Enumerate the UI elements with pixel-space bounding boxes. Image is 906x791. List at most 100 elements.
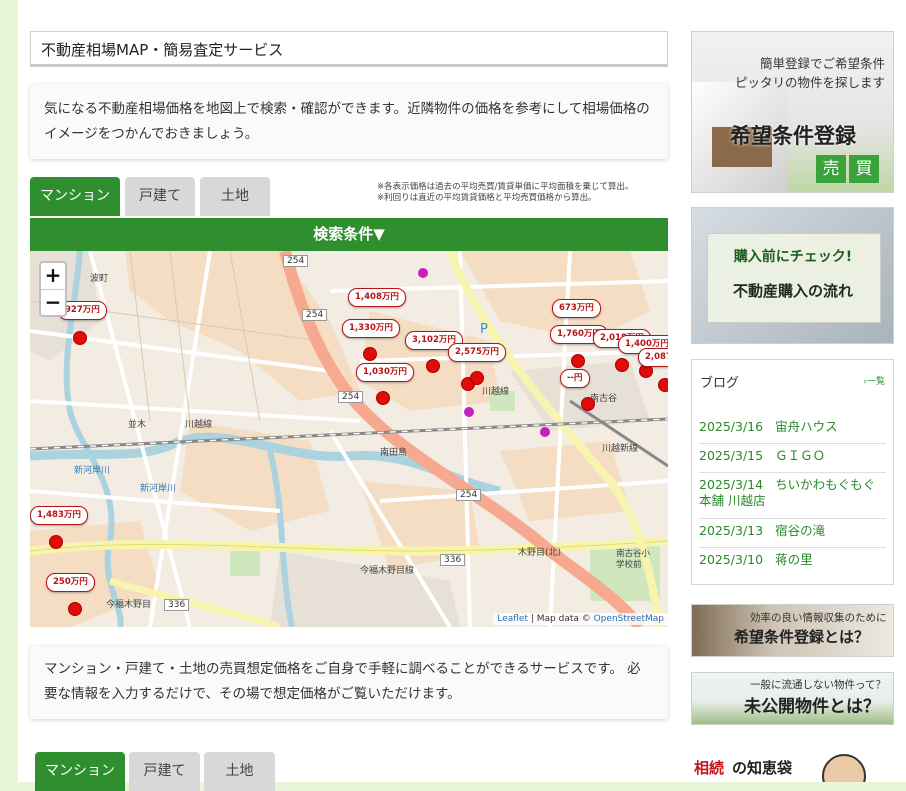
map-label: 並木 bbox=[128, 420, 147, 430]
price-map[interactable]: P 南古谷 254 254 254 254 336 336 川越線 川越線 川越… bbox=[30, 251, 668, 627]
map-label: 今福木野目 bbox=[106, 600, 152, 610]
badge-sell: 売 bbox=[816, 155, 846, 183]
price-marker-label[interactable]: --円 bbox=[560, 369, 590, 388]
banner-mikoukai[interactable]: 一般に流通しない物件って？ 未公開物件とは？ bbox=[691, 672, 894, 725]
banner3-line1: 効率の良い情報収集のために bbox=[750, 612, 887, 624]
blog-title: 蒋の里 bbox=[775, 552, 813, 567]
blog-title: 宿谷の滝 bbox=[775, 523, 826, 538]
tab-house-lower[interactable]: 戸建て bbox=[129, 752, 200, 791]
price-marker[interactable] bbox=[470, 371, 484, 385]
price-marker-label[interactable]: 1,483万円 bbox=[30, 506, 88, 525]
service-description-card: マンション・戸建て・土地の売買想定価格をご自身で手軽に調べることができるサービス… bbox=[30, 646, 668, 719]
route-shield: 336 bbox=[440, 554, 466, 566]
map-zoom-control: + − bbox=[39, 261, 67, 317]
banner2-line1: 購入前にチェック! bbox=[733, 249, 853, 265]
price-marker-label[interactable]: 1,408万円 bbox=[348, 288, 406, 307]
price-marker[interactable] bbox=[658, 378, 668, 392]
map-label: 木野目(北) bbox=[518, 548, 562, 558]
banner4-line1: 一般に流通しない物件って？ bbox=[750, 679, 886, 691]
chiebukuro-title: の知恵袋 bbox=[732, 759, 793, 777]
map-label: 新河岸川 bbox=[140, 484, 177, 494]
banner1-title: 希望条件登録 bbox=[730, 124, 856, 148]
route-shield: 254 bbox=[456, 489, 482, 501]
map-label: 川越線 bbox=[185, 420, 213, 430]
blog-heading: ブログ bbox=[700, 376, 740, 391]
attribution-separator: | Map data © bbox=[528, 614, 594, 624]
chiebukuro-accent: 相続 bbox=[694, 759, 725, 777]
banner2-line2: 不動産購入の流れ bbox=[732, 282, 853, 300]
price-marker[interactable] bbox=[73, 331, 87, 345]
service-description: マンション・戸建て・土地の売買想定価格をご自身で手軽に調べることができるサービス… bbox=[44, 661, 641, 702]
zoom-out-button[interactable]: − bbox=[41, 290, 65, 316]
souzoku-chiebukuro-banner[interactable]: 相続 の知恵袋 bbox=[692, 748, 894, 782]
price-marker[interactable] bbox=[615, 358, 629, 372]
blog-date: 2025/3/15 bbox=[699, 448, 764, 463]
price-marker-label[interactable]: 1,030万円 bbox=[356, 363, 414, 382]
intro-text: 気になる不動産相場価格を地図上で検索・確認ができます。近隣物件の価格を参考にして… bbox=[44, 101, 650, 142]
blog-date: 2025/3/10 bbox=[699, 552, 764, 567]
price-marker[interactable] bbox=[68, 602, 82, 616]
map-label: 南田島 bbox=[380, 448, 408, 458]
map-label: 川越線 bbox=[482, 387, 510, 397]
banner1-line2: ピッタリの物件を探します bbox=[734, 75, 885, 90]
banner-purchase-flow[interactable]: 購入前にチェック! 不動産購入の流れ bbox=[691, 207, 894, 344]
price-marker-label[interactable]: 2,087 bbox=[638, 348, 668, 367]
blog-item[interactable]: 2025/3/16 宙舟ハウス bbox=[699, 419, 886, 444]
blog-date: 2025/3/16 bbox=[699, 419, 764, 434]
price-marker-label[interactable]: 1,330万円 bbox=[342, 319, 400, 338]
tab-land[interactable]: 土地 bbox=[200, 177, 270, 216]
banner-kibou-about[interactable]: 効率の良い情報収集のために 希望条件登録とは？ bbox=[691, 604, 894, 657]
blog-item[interactable]: 2025/3/10 蒋の里 bbox=[699, 552, 886, 577]
price-marker[interactable] bbox=[49, 535, 63, 549]
blog-item[interactable]: 2025/3/15 ＧＩＧＯ bbox=[699, 448, 886, 473]
price-marker[interactable] bbox=[376, 391, 390, 405]
svg-text:P: P bbox=[480, 322, 488, 337]
blog-item[interactable]: 2025/3/13 宿谷の滝 bbox=[699, 523, 886, 548]
intro-card: 気になる不動産相場価格を地図上で検索・確認ができます。近隣物件の価格を参考にして… bbox=[30, 84, 668, 159]
advisor-avatar bbox=[822, 754, 866, 782]
price-marker-label[interactable]: 673万円 bbox=[552, 299, 601, 318]
blog-title: 宙舟ハウス bbox=[775, 419, 838, 434]
blog-title: ＧＩＧＯ bbox=[775, 448, 826, 463]
page-title-box: 不動産相場MAP・簡易査定サービス bbox=[30, 31, 668, 67]
price-marker[interactable] bbox=[426, 359, 440, 373]
tab-land-lower[interactable]: 土地 bbox=[204, 752, 275, 791]
price-marker[interactable] bbox=[581, 397, 595, 411]
blog-more-label: 一覧 bbox=[866, 377, 885, 387]
page-title: 不動産相場MAP・簡易査定サービス bbox=[41, 41, 284, 59]
blog-item[interactable]: 2025/3/14 ちいかわもぐもぐ本舗 川越店 bbox=[699, 477, 886, 519]
route-shield: 254 bbox=[302, 309, 328, 321]
leaflet-link[interactable]: Leaflet bbox=[497, 614, 528, 624]
banner-kibou-touroku[interactable]: 簡単登録でご希望条件 ピッタリの物件を探します 希望条件登録 売 買 bbox=[691, 31, 894, 193]
blog-widget: ブログ ›一覧 2025/3/16 宙舟ハウス 2025/3/15 ＧＩＧＯ 202… bbox=[691, 359, 894, 585]
tab-house[interactable]: 戸建て bbox=[125, 177, 195, 216]
route-shield: 336 bbox=[164, 599, 190, 611]
map-label: 新河岸川 bbox=[74, 466, 111, 476]
tab-mansion-lower[interactable]: マンション bbox=[35, 752, 125, 791]
blog-date: 2025/3/13 bbox=[699, 523, 764, 538]
banner3-line2: 希望条件登録とは？ bbox=[734, 628, 870, 646]
price-marker-label[interactable]: 2,575万円 bbox=[448, 343, 506, 362]
route-shield: 254 bbox=[283, 255, 309, 267]
note-line-1: ※各表示価格は過去の平均売買/賃貸単価に平均面積を乗じて算出。 bbox=[377, 182, 634, 192]
tab-mansion[interactable]: マンション bbox=[30, 177, 120, 216]
price-notes: ※各表示価格は過去の平均売買/賃貸単価に平均面積を乗じて算出。 ※利回りは直近の… bbox=[377, 182, 667, 204]
map-attribution: Leaflet | Map data © OpenStreetMap bbox=[493, 613, 668, 625]
price-marker[interactable] bbox=[571, 354, 585, 368]
route-shield: 254 bbox=[338, 391, 364, 403]
map-label: 波町 bbox=[90, 274, 109, 284]
price-marker-label[interactable]: 250万円 bbox=[46, 573, 95, 592]
search-conditions-toggle[interactable]: 検索条件▼ bbox=[30, 216, 668, 251]
map-label: 今福木野目線 bbox=[360, 566, 415, 576]
banner1-line1: 簡単登録でご希望条件 bbox=[759, 56, 885, 71]
banner-caption: 簡単登録でご希望条件 ピッタリの物件を探します bbox=[735, 54, 885, 92]
zoom-in-button[interactable]: + bbox=[41, 263, 65, 290]
map-label: 南古谷小学校前 bbox=[616, 549, 651, 570]
badge-buy: 買 bbox=[849, 155, 879, 183]
map-label: 川越新線 bbox=[602, 444, 639, 454]
price-marker[interactable] bbox=[363, 347, 377, 361]
osm-link[interactable]: OpenStreetMap bbox=[594, 614, 664, 624]
note-line-2: ※利回りは直近の平均賃貸価格と平均売買価格から算出。 bbox=[377, 193, 597, 203]
blog-more-link[interactable]: ›一覧 bbox=[863, 374, 885, 387]
banner4-line2: 未公開物件とは？ bbox=[744, 697, 880, 717]
